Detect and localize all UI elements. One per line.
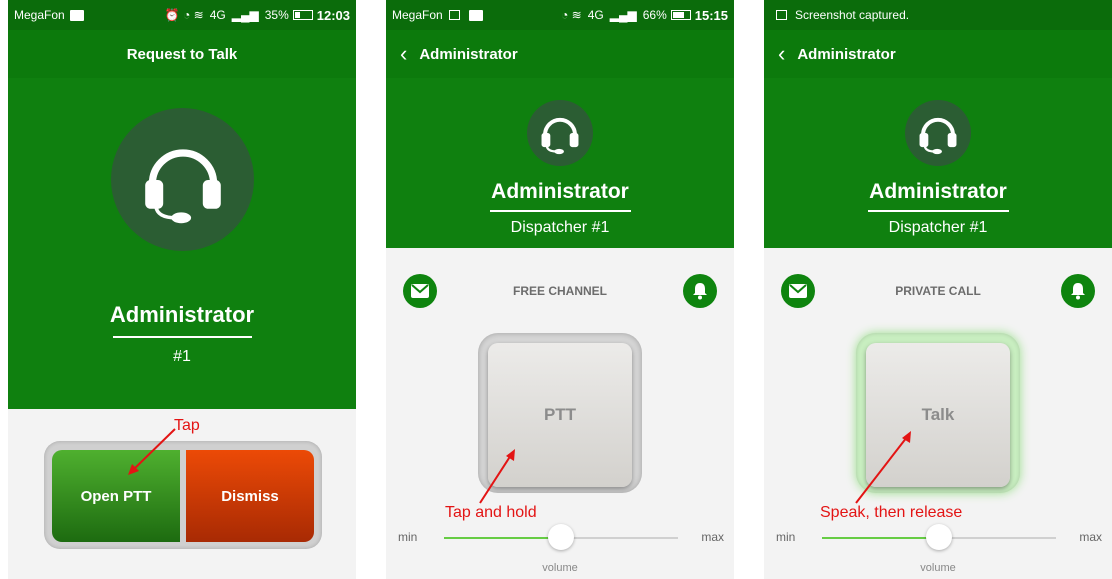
annotation-tap-and-hold: Tap and hold xyxy=(445,504,537,521)
volume-label: volume xyxy=(920,562,956,574)
network-type: 4G xyxy=(587,8,604,22)
app-bar: ‹ Administrator xyxy=(764,30,1112,78)
annotation-tap: Tap xyxy=(174,417,200,434)
alert-button[interactable] xyxy=(1061,274,1095,308)
ptt-button[interactable]: PTT xyxy=(488,343,632,487)
request-to-talk-screen: MegaFon ⏰ ◔ ≋ 4G ▂▄▆ 35% 12:03 Request t… xyxy=(8,0,356,579)
bell-icon xyxy=(1071,283,1085,300)
back-chevron-icon[interactable]: ‹ xyxy=(778,43,785,65)
contact-subtitle: Dispatcher #1 xyxy=(888,219,988,236)
dismiss-button[interactable]: Dismiss xyxy=(186,450,314,542)
free-channel-screen: MegaFon ◔ ≋ 4G ▂▄▆ 66% 15:15 ‹ Administr… xyxy=(386,0,734,579)
battery-percent: 66% xyxy=(642,8,667,22)
headset-icon xyxy=(919,117,957,155)
status-bar: MegaFon ⏰ ◔ ≋ 4G ▂▄▆ 35% 12:03 xyxy=(8,0,356,30)
battery-icon xyxy=(292,10,313,20)
volume-max-label: max xyxy=(1079,530,1102,544)
avatar xyxy=(905,100,971,166)
volume-fill xyxy=(444,537,561,539)
signal-icon: ▂▄▆ xyxy=(609,8,637,22)
alarm-wifi-icon: ◔ ≋ xyxy=(561,8,582,22)
battery-percent: 35% xyxy=(264,8,289,22)
channel-status: FREE CHANNEL xyxy=(512,284,607,298)
talk-button[interactable]: Talk xyxy=(866,343,1010,487)
headset-icon xyxy=(541,117,579,155)
name-divider xyxy=(490,210,631,212)
avatar xyxy=(527,100,593,166)
volume-min-label: min xyxy=(398,530,418,544)
volume-thumb[interactable] xyxy=(548,524,574,550)
contact-name: Administrator xyxy=(109,302,255,327)
page-title: Administrator xyxy=(419,45,518,63)
contact-name: Administrator xyxy=(491,180,629,203)
battery-icon xyxy=(670,10,691,20)
ptt-frame-active: Talk xyxy=(856,333,1020,493)
app-bar: ‹ Administrator xyxy=(386,30,734,78)
sim-icon xyxy=(468,9,483,21)
sim-icon xyxy=(69,9,84,21)
volume-label: volume xyxy=(542,562,578,574)
contact-name: Administrator xyxy=(869,180,1007,203)
volume-max-label: max xyxy=(701,530,724,544)
annotation-speak-then-release: Speak, then release xyxy=(820,504,963,521)
talk-label: Talk xyxy=(921,405,955,424)
volume-thumb[interactable] xyxy=(926,524,952,550)
page-title: Administrator xyxy=(797,45,896,63)
alert-button[interactable] xyxy=(683,274,717,308)
image-icon xyxy=(448,10,460,20)
name-divider xyxy=(113,336,252,338)
headset-icon xyxy=(144,148,221,223)
screenshot-icon xyxy=(776,10,787,20)
ptt-label: PTT xyxy=(543,405,577,424)
contact-id: #1 xyxy=(173,348,191,365)
status-bar: MegaFon ◔ ≋ 4G ▂▄▆ 66% 15:15 xyxy=(386,0,734,30)
open-ptt-button[interactable]: Open PTT xyxy=(52,450,180,542)
app-bar: Request to Talk xyxy=(8,30,356,78)
page-title: Request to Talk xyxy=(126,45,238,63)
network-type: 4G xyxy=(209,8,226,22)
ptt-frame: PTT xyxy=(478,333,642,493)
contact-subtitle: Dispatcher #1 xyxy=(510,219,610,236)
carrier-name: MegaFon xyxy=(392,8,443,22)
bell-icon xyxy=(693,283,707,300)
status-message: Screenshot captured. xyxy=(795,8,910,22)
clock: 12:03 xyxy=(316,7,350,23)
back-chevron-icon[interactable]: ‹ xyxy=(400,43,407,65)
name-divider xyxy=(868,210,1009,212)
alarm-wifi-icon: ⏰ ◔ ≋ xyxy=(164,8,204,22)
channel-status: PRIVATE CALL xyxy=(895,284,981,298)
signal-icon: ▂▄▆ xyxy=(231,8,259,22)
volume-min-label: min xyxy=(776,530,796,544)
private-call-screen: Screenshot captured. ‹ Administrator Adm… xyxy=(764,0,1112,579)
status-bar: Screenshot captured. xyxy=(764,0,1112,30)
carrier-name: MegaFon xyxy=(14,8,65,22)
volume-fill xyxy=(822,537,939,539)
dismiss-label: Dismiss xyxy=(221,487,279,505)
clock: 15:15 xyxy=(694,7,728,23)
open-ptt-label: Open PTT xyxy=(80,487,152,505)
avatar xyxy=(111,108,254,251)
